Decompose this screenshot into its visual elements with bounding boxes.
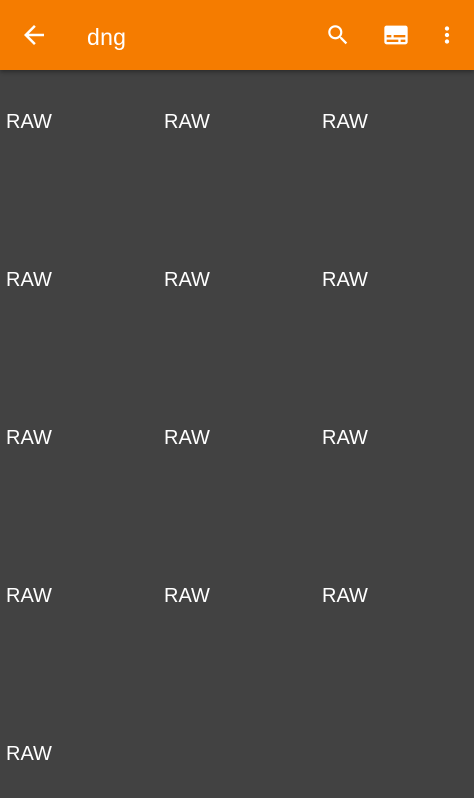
raw-label: RAW xyxy=(164,427,210,449)
search-button[interactable] xyxy=(314,0,362,70)
raw-label: RAW xyxy=(6,111,52,133)
grid-item[interactable]: RAW xyxy=(0,544,158,702)
raw-label: RAW xyxy=(322,585,368,607)
app-bar: dng xyxy=(0,0,474,70)
raw-label: RAW xyxy=(164,585,210,607)
grid-item[interactable]: RAW xyxy=(316,544,474,702)
grid-item[interactable]: RAW xyxy=(158,544,316,702)
grid-item[interactable]: RAW xyxy=(316,228,474,386)
grid-item[interactable]: RAW xyxy=(0,228,158,386)
back-button[interactable] xyxy=(10,0,58,70)
arrow-back-icon xyxy=(19,20,49,50)
raw-label: RAW xyxy=(6,743,52,765)
raw-label: RAW xyxy=(322,269,368,291)
raw-label: RAW xyxy=(6,585,52,607)
more-vert-icon xyxy=(434,22,460,48)
grid-item[interactable]: RAW xyxy=(316,70,474,228)
view-toggle-button[interactable] xyxy=(372,0,420,70)
raw-label: RAW xyxy=(164,111,210,133)
raw-label: RAW xyxy=(6,427,52,449)
raw-label: RAW xyxy=(164,269,210,291)
photo-grid: RAW RAW RAW RAW RAW RAW RAW RAW RAW RAW … xyxy=(0,70,474,798)
grid-item[interactable]: RAW xyxy=(0,386,158,544)
grid-item[interactable]: RAW xyxy=(158,70,316,228)
grid-item[interactable]: RAW xyxy=(158,228,316,386)
view-toggle-icon xyxy=(382,21,410,49)
grid-item[interactable]: RAW xyxy=(316,386,474,544)
page-title: dng xyxy=(87,24,127,50)
raw-label: RAW xyxy=(322,111,368,133)
raw-label: RAW xyxy=(6,269,52,291)
grid-item[interactable]: RAW xyxy=(0,70,158,228)
raw-label: RAW xyxy=(322,427,368,449)
more-options-button[interactable] xyxy=(428,0,466,70)
search-icon xyxy=(325,22,351,48)
grid-item[interactable]: RAW xyxy=(158,386,316,544)
grid-item[interactable]: RAW xyxy=(0,702,158,798)
